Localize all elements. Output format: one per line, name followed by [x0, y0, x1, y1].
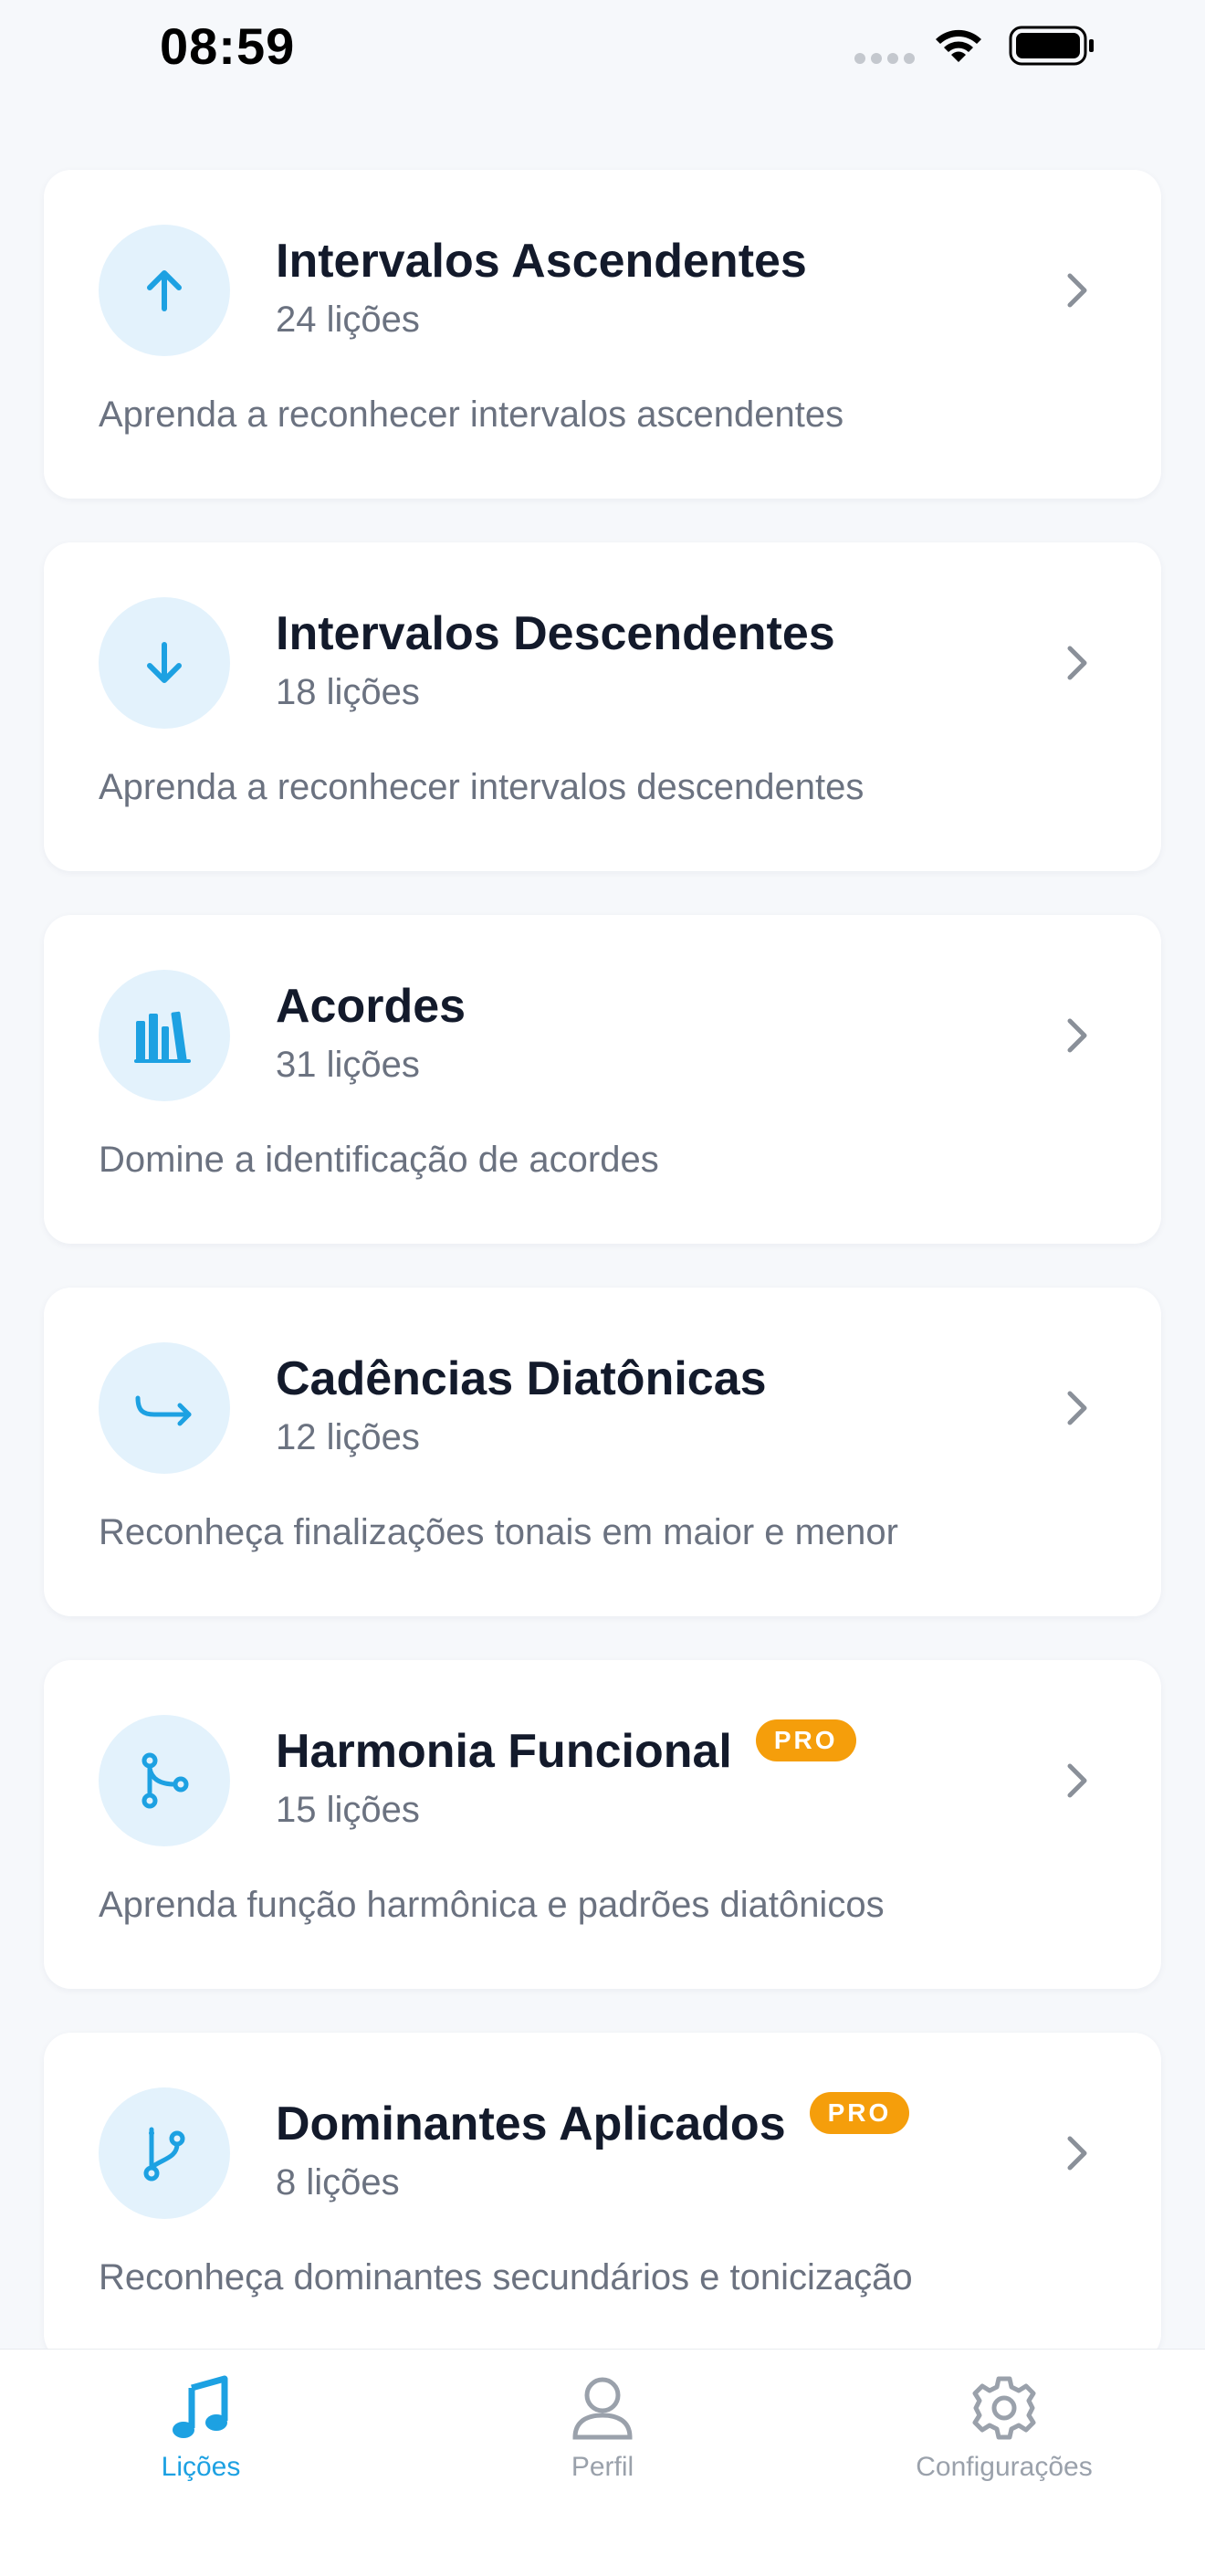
lesson-card-intervalos-ascendentes[interactable]: Intervalos Ascendentes 24 lições Aprenda…: [44, 170, 1161, 499]
lesson-title: Intervalos Descendentes: [276, 607, 835, 660]
status-bar: 08:59: [0, 0, 1205, 91]
tab-label: Configurações: [916, 2452, 1093, 2482]
arrow-up-icon: [99, 225, 230, 356]
lesson-count: 31 lições: [276, 1045, 420, 1085]
arrow-down-icon: [99, 597, 230, 729]
branch-icon: [99, 1715, 230, 1846]
tab-configuracoes[interactable]: Configurações: [867, 2368, 1141, 2505]
lesson-card-harmonia-funcional[interactable]: Harmonia Funcional PRO 15 lições Aprenda…: [44, 1660, 1161, 1989]
lesson-count: 12 lições: [276, 1417, 420, 1457]
return-arrow-icon: [99, 1342, 230, 1474]
lesson-title: Intervalos Ascendentes: [276, 235, 807, 288]
tab-label: Lições: [161, 2452, 241, 2482]
lesson-description: Aprenda a reconhecer intervalos descende…: [99, 767, 864, 807]
lesson-card-cadencias-diatonicas[interactable]: Cadências Diatônicas 12 lições Reconheça…: [44, 1288, 1161, 1616]
lesson-card-intervalos-descendentes[interactable]: Intervalos Descendentes 18 lições Aprend…: [44, 542, 1161, 871]
chevron-right-icon: [1067, 2136, 1087, 2171]
lesson-card-dominantes-aplicados[interactable]: Dominantes Aplicados PRO 8 lições Reconh…: [44, 2033, 1161, 2361]
chevron-right-icon: [1067, 1018, 1087, 1053]
battery-icon: [1009, 26, 1094, 66]
cellular-signal-icon: [854, 53, 915, 64]
chevron-right-icon: [1067, 1763, 1087, 1798]
music-note-icon: [173, 2375, 228, 2438]
gear-icon: [972, 2376, 1036, 2440]
wifi-icon: [936, 29, 981, 62]
lesson-description: Aprenda a reconhecer intervalos ascenden…: [99, 394, 844, 435]
pro-badge: PRO: [809, 2092, 910, 2134]
pro-badge: PRO: [755, 1719, 856, 1761]
status-time: 08:59: [160, 17, 296, 75]
tab-label: Perfil: [571, 2452, 634, 2482]
tab-perfil[interactable]: Perfil: [466, 2368, 739, 2505]
lesson-title: Acordes: [276, 980, 466, 1033]
chevron-right-icon: [1067, 646, 1087, 680]
git-branch-icon: [99, 2087, 230, 2219]
lesson-title: Cadências Diatônicas: [276, 1352, 767, 1405]
lesson-count: 18 lições: [276, 672, 420, 712]
tab-licoes[interactable]: Lições: [64, 2368, 338, 2505]
chevron-right-icon: [1067, 273, 1087, 308]
tab-bar: Lições Perfil Configurações: [0, 2349, 1205, 2576]
lesson-description: Reconheça dominantes secundários e tonic…: [99, 2257, 913, 2297]
lesson-card-acordes[interactable]: Acordes 31 lições Domine a identificação…: [44, 915, 1161, 1244]
lesson-count: 24 lições: [276, 300, 420, 340]
lesson-count: 15 lições: [276, 1790, 420, 1830]
lesson-description: Aprenda função harmônica e padrões diatô…: [99, 1885, 885, 1925]
lessons-screen: 08:59 Intervalos Ascendentes 24 lições A…: [0, 0, 1205, 2576]
lesson-title: Harmonia Funcional: [276, 1725, 732, 1778]
lesson-description: Domine a identificação de acordes: [99, 1140, 659, 1180]
person-icon: [572, 2377, 633, 2440]
chord-bars-icon: [99, 970, 230, 1101]
lesson-title: Dominantes Aplicados: [276, 2098, 786, 2150]
chevron-right-icon: [1067, 1391, 1087, 1425]
lesson-description: Reconheça finalizações tonais em maior e…: [99, 1512, 898, 1552]
lesson-count: 8 lições: [276, 2162, 400, 2203]
